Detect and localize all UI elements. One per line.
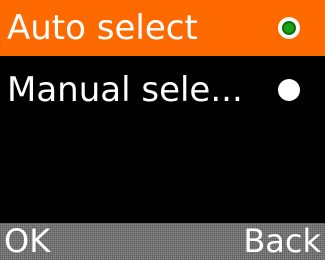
selection-list: Auto select Manual sele... [0, 0, 325, 124]
list-item-label: Auto select [7, 8, 198, 48]
phone-screen: Auto select Manual sele... OK Back [0, 0, 325, 260]
radio-checked-icon [278, 17, 300, 39]
list-item-label: Manual sele... [7, 70, 243, 110]
list-item-auto-select[interactable]: Auto select [0, 0, 325, 56]
list-item-manual-select[interactable]: Manual sele... [0, 62, 325, 118]
softkey-bar: OK Back [0, 223, 325, 260]
softkey-back-button[interactable]: Back [243, 223, 321, 260]
radio-unchecked-icon [278, 79, 300, 101]
softkey-ok-button[interactable]: OK [4, 223, 50, 260]
radio-dot-icon [282, 21, 296, 35]
